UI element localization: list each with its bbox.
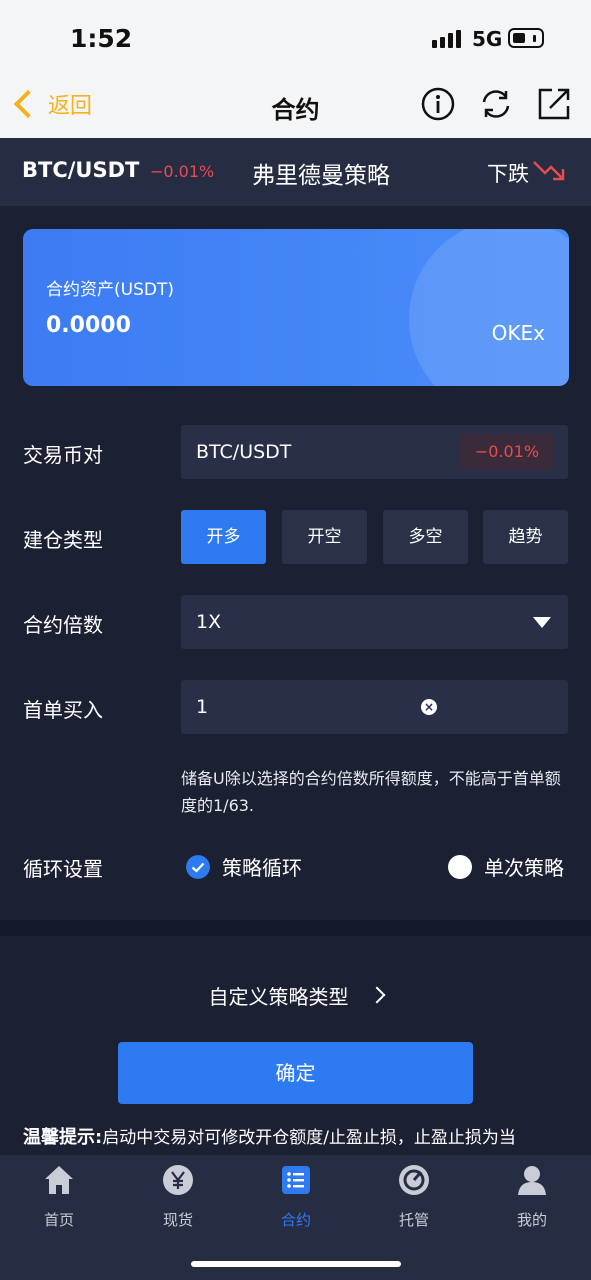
caret-down-icon bbox=[533, 617, 551, 628]
pair-value: BTC/USDT bbox=[196, 441, 292, 463]
cycle-option-single-label: 单次策略 bbox=[484, 856, 564, 880]
home-icon bbox=[45, 1166, 73, 1194]
custom-strategy-link[interactable]: 自定义策略类型 bbox=[0, 981, 591, 1010]
list-icon bbox=[282, 1166, 310, 1194]
share-icon[interactable] bbox=[536, 86, 572, 122]
trend-label: 下跌 bbox=[487, 162, 529, 186]
tab-home[interactable]: 首页 bbox=[14, 1163, 104, 1230]
exchange-name: OKEx bbox=[491, 321, 545, 345]
tab-custody-label: 托管 bbox=[398, 1211, 429, 1229]
cycle-label: 循环设置 bbox=[23, 857, 103, 881]
asset-card: 合约资产(USDT) 0.0000 OKEx bbox=[23, 229, 569, 386]
cycle-option-loop-label: 策略循环 bbox=[222, 856, 302, 880]
position-type-short-button[interactable]: 开空 bbox=[282, 510, 367, 564]
tab-mine-label: 我的 bbox=[516, 1211, 547, 1229]
confirm-button[interactable]: 确定 bbox=[118, 1042, 473, 1104]
tether-logo-icon bbox=[409, 229, 569, 386]
tab-custody[interactable]: 托管 bbox=[369, 1163, 459, 1230]
radio-empty-icon bbox=[448, 854, 472, 879]
leverage-select[interactable]: 1X bbox=[181, 595, 568, 649]
refresh-icon[interactable] bbox=[478, 86, 514, 122]
pair-field[interactable]: BTC/USDT −0.01% bbox=[181, 425, 568, 479]
tab-spot[interactable]: 现货 bbox=[133, 1163, 223, 1230]
signal-icon bbox=[432, 30, 461, 48]
custom-strategy-label: 自定义策略类型 bbox=[208, 985, 349, 1009]
first-order-hint: 储备U除以选择的合约倍数所得额度，不能高于首单额度的1/63. bbox=[181, 769, 561, 815]
warm-tip-title: 温馨提示: bbox=[23, 1127, 103, 1148]
home-indicator bbox=[191, 1261, 401, 1267]
tab-contract-label: 合约 bbox=[280, 1211, 311, 1229]
strategy-header: BTC/USDT −0.01% 弗里德曼策略 下跌 bbox=[0, 138, 591, 206]
strategy-name: 弗里德曼策略 bbox=[252, 163, 390, 189]
pair-change-badge: −0.01% bbox=[460, 434, 554, 470]
warm-tip-text: 启动中交易对可修改开仓额度/止盈止损，止盈止损为当 bbox=[102, 1128, 516, 1148]
leverage-label: 合约倍数 bbox=[23, 613, 103, 637]
asset-label: 合约资产(USDT) bbox=[46, 280, 174, 300]
tab-spot-label: 现货 bbox=[162, 1211, 193, 1229]
position-type-both-button[interactable]: 多空 bbox=[383, 510, 468, 564]
strategy-pair: BTC/USDT bbox=[22, 158, 140, 182]
network-type: 5G bbox=[472, 27, 503, 51]
chevron-right-icon bbox=[368, 986, 385, 1004]
tab-home-label: 首页 bbox=[43, 1211, 74, 1229]
position-type-label: 建仓类型 bbox=[23, 528, 103, 552]
checked-circle-icon bbox=[186, 854, 210, 879]
status-time: 1:52 bbox=[70, 24, 133, 53]
cycle-option-loop[interactable]: 策略循环 bbox=[186, 852, 302, 881]
strategy-change: −0.01% bbox=[150, 162, 215, 181]
custody-icon bbox=[399, 1165, 429, 1195]
asset-amount: 0.0000 bbox=[46, 313, 131, 338]
warm-tip: 温馨提示:启动中交易对可修改开仓额度/止盈止损，止盈止损为当 bbox=[23, 1123, 583, 1149]
first-order-value: 1 bbox=[196, 696, 209, 718]
pair-label: 交易币对 bbox=[23, 443, 103, 467]
top-bar: 1:52 5G 返回 合约 bbox=[0, 0, 591, 138]
tab-contract[interactable]: 合约 bbox=[251, 1163, 341, 1230]
first-order-input[interactable]: 1 × bbox=[181, 680, 568, 734]
leverage-value: 1X bbox=[196, 611, 222, 633]
battery-icon bbox=[508, 28, 544, 48]
cycle-option-single[interactable]: 单次策略 bbox=[448, 852, 564, 881]
trend-down-icon bbox=[533, 161, 565, 181]
position-type-trend-button[interactable]: 趋势 bbox=[483, 510, 568, 564]
yen-coin-icon bbox=[163, 1165, 193, 1195]
section-divider bbox=[0, 920, 591, 936]
position-type-long-button[interactable]: 开多 bbox=[181, 510, 266, 564]
first-order-label: 首单买入 bbox=[23, 698, 103, 722]
user-icon bbox=[518, 1166, 546, 1195]
info-icon[interactable] bbox=[420, 86, 456, 122]
clear-icon[interactable]: × bbox=[421, 699, 437, 715]
tab-mine[interactable]: 我的 bbox=[487, 1163, 577, 1230]
